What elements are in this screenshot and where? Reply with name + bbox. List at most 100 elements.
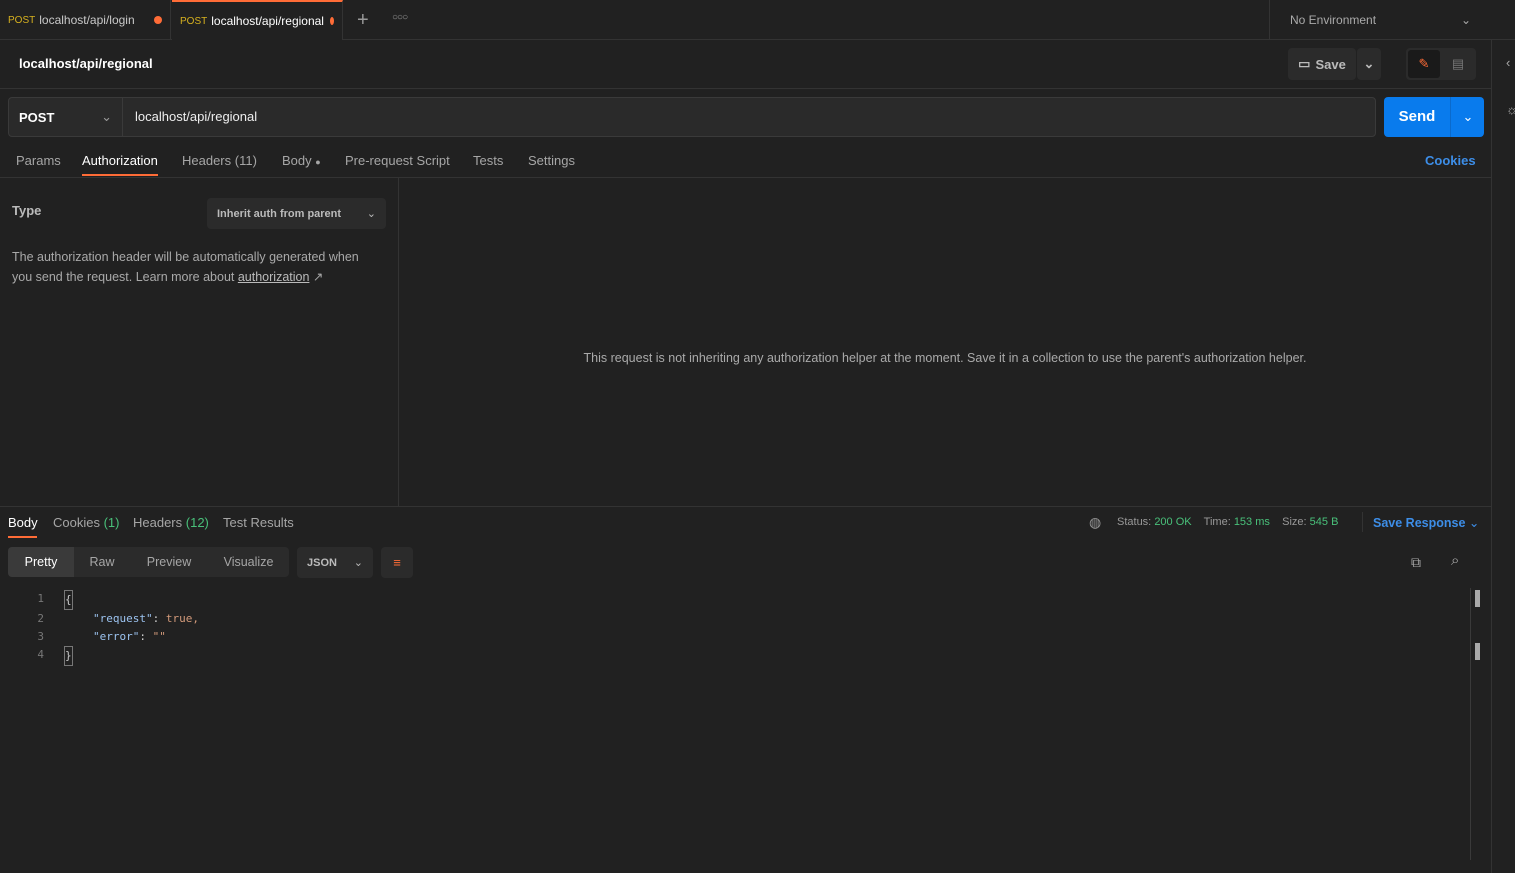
active-tab-indicator (82, 174, 158, 176)
tab-headers[interactable]: Headers (11) (182, 153, 257, 168)
method-select[interactable]: POST ⌄ (9, 98, 123, 136)
code-viewer[interactable]: 1{ 2 "request": true, 3 "error": "" 4} (0, 590, 199, 666)
comment-icon[interactable]: ▤ (1444, 50, 1472, 78)
send-button[interactable]: Send (1384, 97, 1451, 137)
line-number: 3 (37, 630, 44, 643)
lightbulb-icon[interactable]: ☼ (1506, 102, 1515, 117)
method-label: POST (180, 15, 208, 27)
edit-pencil-icon[interactable]: ✎ (1408, 50, 1440, 78)
chevron-down-icon: ⌄ (353, 557, 363, 569)
time-label: Time: (1203, 516, 1231, 528)
environment-label: No Environment (1290, 13, 1377, 27)
auth-message: This request is not inheriting any autho… (583, 351, 1307, 365)
tab-settings[interactable]: Settings (528, 153, 575, 168)
tab-label: Headers (133, 515, 183, 530)
code-line: 4} (0, 646, 199, 666)
line-number: 1 (37, 592, 44, 605)
save-options-button[interactable]: ⌄ (1357, 48, 1381, 80)
authorization-link[interactable]: authorization (238, 270, 310, 284)
save-response-label: Save Response (1373, 516, 1466, 530)
save-button[interactable]: ▭ Save (1288, 48, 1356, 80)
tab-label: Cookies (53, 515, 100, 530)
body-dot-icon: ● (315, 157, 321, 167)
method-label: POST (8, 14, 36, 26)
send-options-chevron-icon[interactable]: ⌄ (1452, 97, 1484, 137)
size-label: Size: (1282, 516, 1307, 528)
tab-authorization[interactable]: Authorization (82, 153, 158, 168)
tab-prerequest[interactable]: Pre-request Script (345, 153, 450, 168)
code-line: 2 "request": true, (0, 610, 199, 628)
divider (1362, 512, 1363, 532)
resp-tab-headers[interactable]: Headers (12) (133, 515, 209, 530)
brace: } (64, 646, 73, 666)
line-number: 4 (37, 648, 44, 661)
auth-type-select[interactable]: Inherit auth from parent ⌄ (207, 198, 386, 229)
auth-type-value: Inherit auth from parent (217, 207, 342, 220)
status-value: 200 OK (1154, 516, 1192, 528)
search-icon[interactable]: ⌕ (1451, 552, 1459, 569)
view-pretty[interactable]: Pretty (8, 547, 74, 577)
tab-tests[interactable]: Tests (473, 153, 503, 168)
tab-label: localhost/api/login (39, 13, 135, 27)
count-badge: (1) (103, 515, 120, 530)
new-tab-plus-icon[interactable]: + (357, 9, 369, 32)
globe-icon[interactable]: ◍ (1089, 514, 1101, 531)
view-preview[interactable]: Preview (130, 547, 208, 577)
code-line: 1{ (0, 590, 199, 610)
json-key: "error" (93, 630, 140, 643)
format-select[interactable]: JSON ⌄ (297, 547, 373, 578)
view-raw[interactable]: Raw (74, 547, 130, 577)
divider (0, 506, 1491, 507)
json-value: "" (152, 630, 166, 643)
copy-icon[interactable]: ⧉ (1411, 554, 1421, 571)
json-key: "request" (93, 612, 153, 625)
count-badge: (12) (185, 515, 209, 530)
right-sidebar (1491, 40, 1515, 873)
method-value: POST (19, 109, 55, 125)
scrollbar-marker (1475, 643, 1480, 660)
auth-type-label: Type (12, 203, 42, 218)
resp-tab-body[interactable]: Body (8, 515, 38, 530)
chevron-down-icon: ⌄ (366, 208, 376, 220)
scrollbar-thumb[interactable] (1475, 590, 1480, 607)
tab-label: Body (282, 153, 312, 168)
format-value: JSON (307, 556, 337, 569)
brace: { (64, 590, 73, 610)
tab-regional[interactable]: POST localhost/api/regional (172, 0, 343, 40)
resp-tab-cookies[interactable]: Cookies (1) (53, 515, 119, 530)
chevron-down-icon: ⌄ (101, 109, 112, 124)
tab-login[interactable]: POST localhost/api/login (0, 0, 171, 40)
request-title: localhost/api/regional (19, 56, 153, 71)
wrap-lines-icon[interactable]: ≡ (381, 547, 413, 578)
external-link-icon: ↗ (309, 270, 324, 284)
response-meta: Status: 200 OK Time: 153 ms Size: 545 B (1117, 516, 1338, 528)
url-input[interactable]: localhost/api/regional (135, 109, 257, 124)
save-icon: ▭ (1298, 56, 1311, 71)
cookies-link[interactable]: Cookies (1425, 153, 1476, 168)
resp-tab-tests[interactable]: Test Results (223, 515, 294, 530)
json-value: true, (165, 612, 199, 625)
scrollbar-track[interactable] (1470, 588, 1471, 860)
count-badge: (11) (234, 153, 257, 168)
tab-label: localhost/api/regional (211, 14, 324, 28)
chevron-down-icon: ⌄ (1460, 13, 1471, 27)
tab-params[interactable]: Params (16, 153, 61, 168)
unsaved-dot-icon (154, 16, 162, 24)
divider (0, 88, 1491, 89)
code-icon[interactable]: ‹ (1506, 55, 1510, 70)
tab-body[interactable]: Body ● (282, 153, 321, 168)
chevron-down-icon: ⌄ (1468, 516, 1480, 530)
line-number: 2 (37, 612, 44, 625)
view-mode-segmented: Pretty Raw Preview Visualize (8, 547, 289, 577)
more-tabs-icon[interactable]: ○○○ (392, 12, 408, 23)
environment-select[interactable]: No Environment ⌄ (1269, 0, 1491, 40)
status-label: Status: (1117, 516, 1152, 528)
divider (0, 177, 1491, 178)
save-response-button[interactable]: Save Response ⌄ (1373, 515, 1479, 530)
code-line: 3 "error": "" (0, 628, 199, 646)
active-tab-indicator (8, 536, 37, 538)
tab-label: Headers (182, 153, 232, 168)
save-label: Save (1315, 56, 1346, 72)
unsaved-dot-icon (329, 17, 334, 25)
view-visualize[interactable]: Visualize (208, 547, 289, 577)
